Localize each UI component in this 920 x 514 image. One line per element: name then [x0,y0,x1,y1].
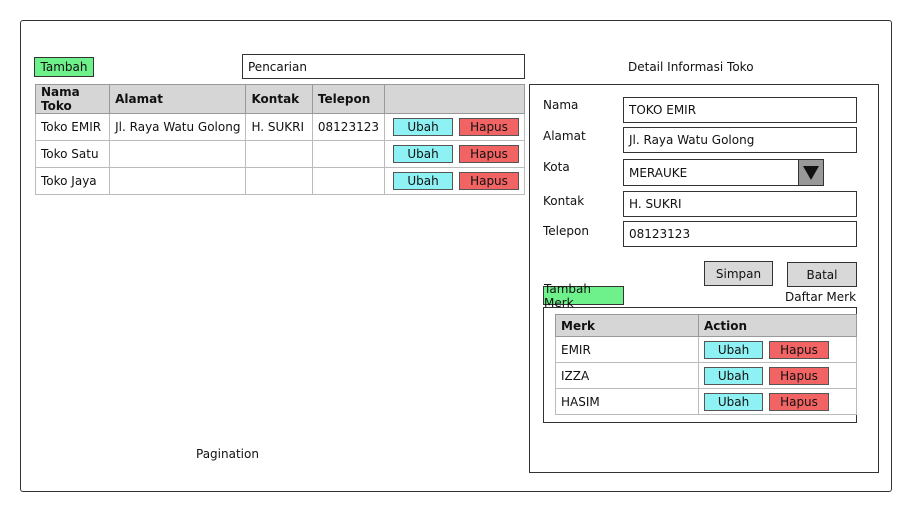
header-alamat: Alamat [109,84,247,114]
header-kontak: Kontak [245,84,313,114]
header-brand-action: Action [698,314,857,337]
delete-button[interactable]: Hapus [459,145,519,163]
search-input[interactable]: Pencarian [242,54,525,79]
label-kota: Kota [543,160,570,174]
delete-button[interactable]: Hapus [459,172,519,190]
telepon-field[interactable]: 08123123 [623,221,857,247]
cell-merk: HASIM [555,388,699,415]
delete-button[interactable]: Hapus [459,118,519,136]
add-store-button[interactable]: Tambah [34,57,94,77]
edit-button[interactable]: Ubah [393,118,453,136]
label-alamat: Alamat [543,129,586,143]
brand-delete-button[interactable]: Hapus [769,366,829,385]
cell-actions: Ubah Hapus [384,167,525,195]
brand-list-title: Daftar Merk [785,290,857,304]
header-action [384,84,525,114]
detail-title: Detail Informasi Toko [628,60,754,74]
cell-kontak: H. SUKRI [245,113,313,141]
brand-edit-button[interactable]: Ubah [704,366,763,385]
dropdown-arrow-icon[interactable] [798,160,823,185]
header-merk: Merk [555,314,699,337]
table-row: Toko Satu Ubah Hapus [34,140,525,168]
label-nama: Nama [543,98,579,112]
add-brand-button[interactable]: Tambah Merk [543,282,624,310]
brand-row: EMIR Ubah Hapus [555,336,857,363]
save-button[interactable]: Simpan [704,261,773,286]
brand-edit-button[interactable]: Ubah [704,340,763,359]
brand-delete-button[interactable]: Hapus [769,340,829,359]
cell-brand-actions: Ubah Hapus [698,362,857,389]
brand-edit-button[interactable]: Ubah [704,392,763,411]
cell-alamat: Jl. Raya Watu Golong [109,113,247,141]
cell-kontak [245,140,313,168]
table-row: Toko EMIR Jl. Raya Watu Golong H. SUKRI … [34,113,525,141]
brand-row: HASIM Ubah Hapus [555,388,857,415]
cancel-button[interactable]: Batal [787,262,857,287]
label-telepon: Telepon [543,224,589,238]
cell-telepon [311,140,386,168]
header-nama-toko: Nama Toko [34,84,111,114]
pagination[interactable]: Pagination [196,447,259,461]
store-table-header: Nama Toko Alamat Kontak Telepon [34,84,525,114]
cell-nama: Toko EMIR [34,113,111,141]
edit-button[interactable]: Ubah [393,145,453,163]
table-row: Toko Jaya Ubah Hapus [34,167,525,195]
cell-actions: Ubah Hapus [384,140,525,168]
cell-alamat [109,167,247,195]
nama-field[interactable]: TOKO EMIR [623,97,857,123]
header-telepon: Telepon [311,84,386,114]
kontak-field[interactable]: H. SUKRI [623,191,857,217]
brand-delete-button[interactable]: Hapus [769,392,829,411]
cell-nama: Toko Jaya [34,167,111,195]
cell-telepon: 08123123 [311,113,386,141]
label-kontak: Kontak [543,194,585,208]
cell-alamat [109,140,247,168]
cell-actions: Ubah Hapus [384,113,525,141]
alamat-field[interactable]: Jl. Raya Watu Golong [623,127,857,153]
brand-row: IZZA Ubah Hapus [555,362,857,389]
cell-brand-actions: Ubah Hapus [698,336,857,363]
cell-kontak [245,167,313,195]
cell-brand-actions: Ubah Hapus [698,388,857,415]
kota-select[interactable]: MERAUKE [623,159,824,186]
store-table: Nama Toko Alamat Kontak Telepon Toko EMI… [34,84,525,195]
edit-button[interactable]: Ubah [393,172,453,190]
brand-table-header: Merk Action [555,314,857,337]
cell-telepon [311,167,386,195]
kota-selected-value: MERAUKE [629,165,688,180]
cell-merk: IZZA [555,362,699,389]
cell-merk: EMIR [555,336,699,363]
brand-table: Merk Action EMIR Ubah Hapus IZZA Ubah Ha… [555,314,857,415]
cell-nama: Toko Satu [34,140,111,168]
